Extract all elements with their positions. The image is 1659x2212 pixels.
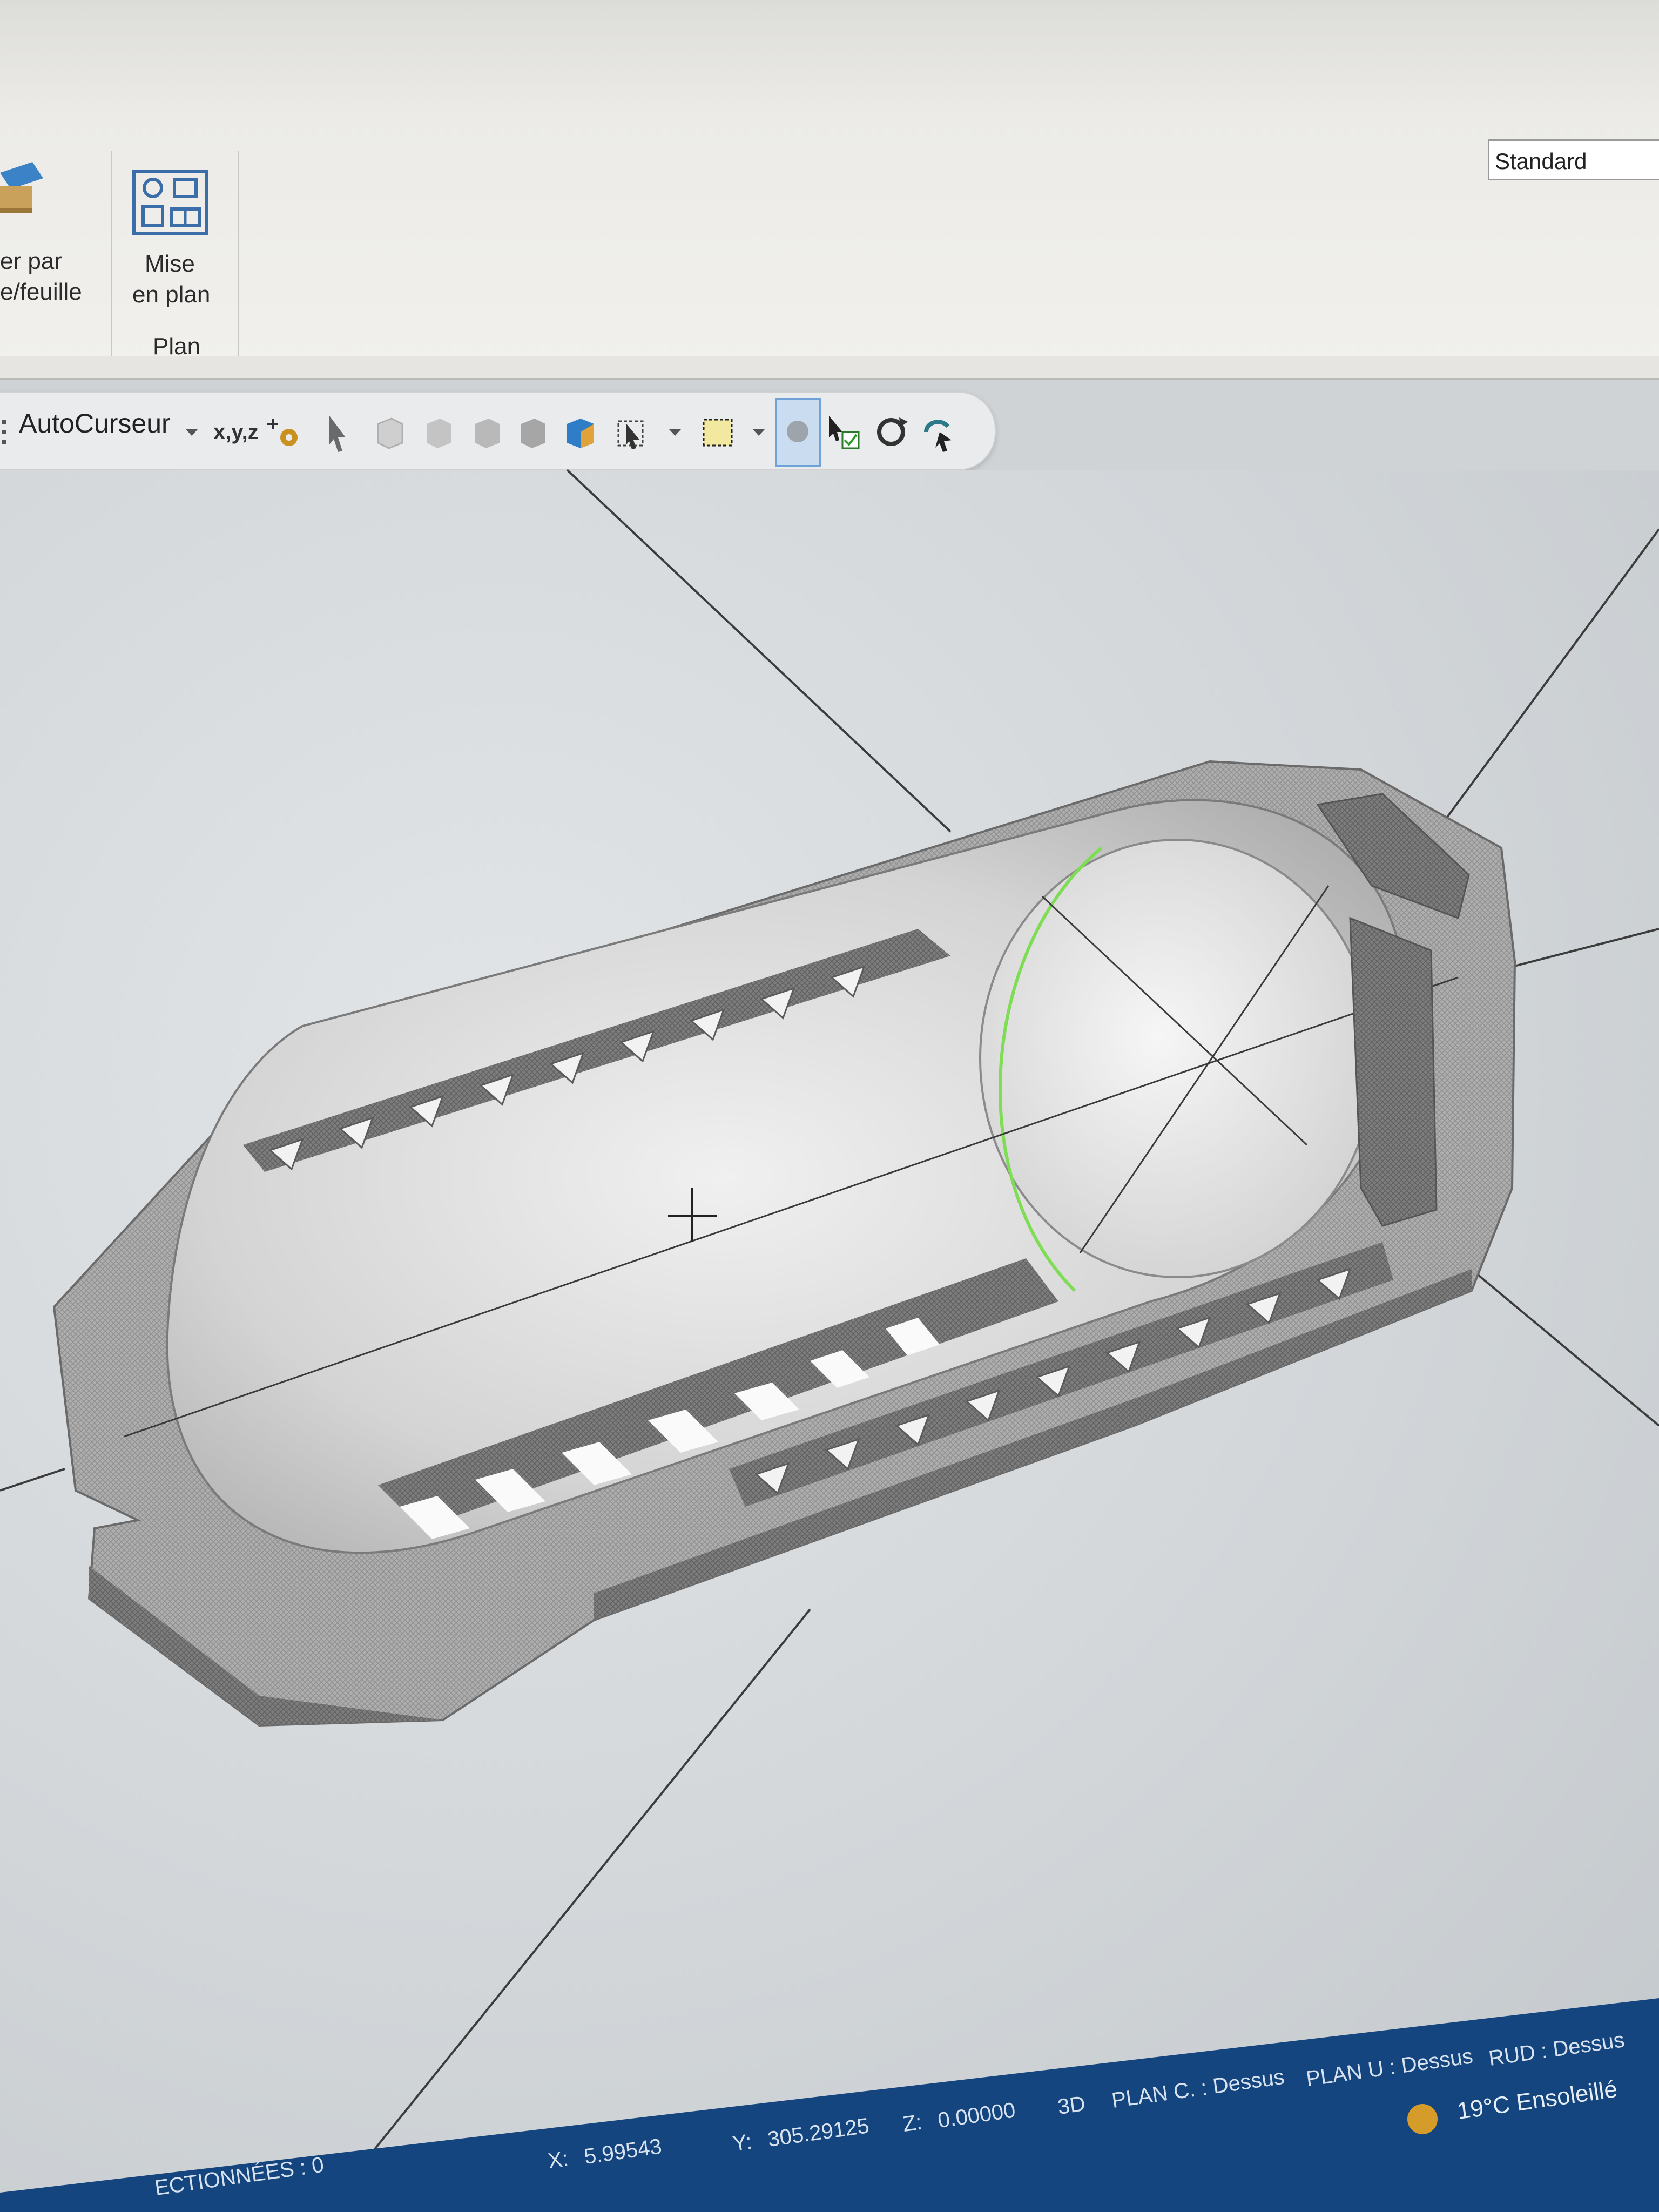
3d-model-view[interactable]	[0, 0, 1659, 2212]
view-mode-3d[interactable]: 3D	[1056, 2092, 1087, 2120]
sun-icon[interactable]	[1407, 2104, 1438, 2134]
cad-application-window: er par e/feuille Mise en plan Plan Stand…	[0, 0, 1659, 2212]
z-label: Z:	[901, 2110, 924, 2137]
y-label: Y:	[731, 2129, 754, 2156]
x-label: X:	[546, 2147, 570, 2174]
